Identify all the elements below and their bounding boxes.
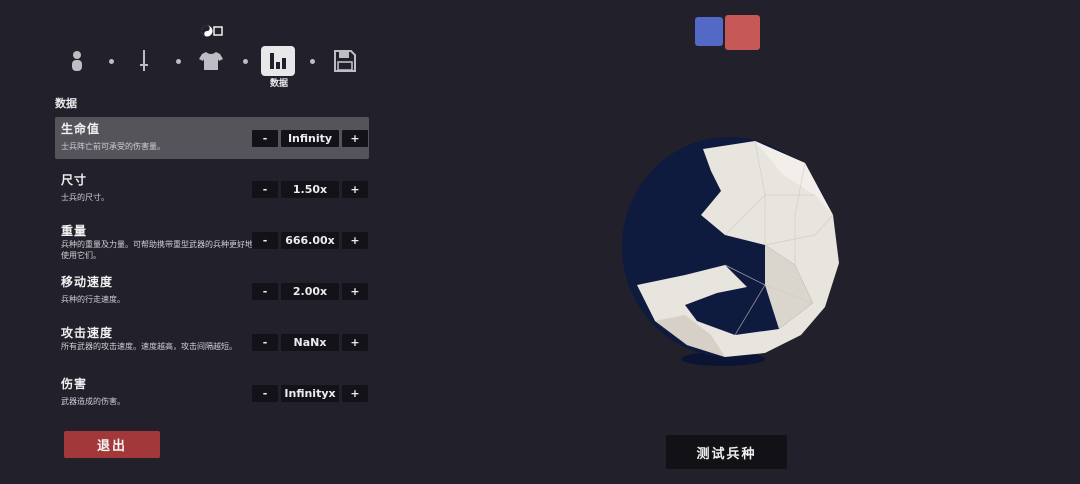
stat-value: NaNx bbox=[281, 334, 339, 351]
increase-button[interactable]: + bbox=[342, 283, 368, 300]
decrease-button[interactable]: - bbox=[252, 334, 278, 351]
step-separator-dot bbox=[243, 59, 248, 64]
red-team-swatch[interactable] bbox=[725, 15, 760, 50]
stat-name: 重量 bbox=[61, 224, 88, 238]
stat-row-attack-speed: 攻击速度 所有武器的攻击速度。速度越高，攻击间隔越短。 - NaNx + bbox=[55, 321, 369, 363]
stat-value: Infinity bbox=[281, 130, 339, 147]
increase-button[interactable]: + bbox=[342, 232, 368, 249]
stat-value: Infinityx bbox=[281, 385, 339, 402]
stat-description: 士兵阵亡前可承受的伤害量。 bbox=[61, 142, 165, 151]
stat-description: 兵种的行走速度。 bbox=[61, 295, 125, 304]
stat-name: 尺寸 bbox=[61, 173, 88, 187]
toggle-view-icon[interactable] bbox=[201, 24, 223, 38]
increase-button[interactable]: + bbox=[342, 385, 368, 402]
stat-description: 士兵的尺寸。 bbox=[61, 193, 109, 202]
stat-name: 生命值 bbox=[61, 122, 101, 136]
stat-row-size: 尺寸 士兵的尺寸。 - 1.50x + bbox=[55, 168, 369, 210]
stat-row-weight: 重量 兵种的重量及力量。可帮助携带重型武器的兵种更好地使用它们。 - 666.0… bbox=[55, 219, 369, 261]
stat-row-health: 生命值 士兵阵亡前可承受的伤害量。 - Infinity + bbox=[55, 117, 369, 159]
shirt-icon[interactable] bbox=[194, 46, 228, 76]
stat-row-move-speed: 移动速度 兵种的行走速度。 - 2.00x + bbox=[55, 270, 369, 312]
stat-value: 1.50x bbox=[281, 181, 339, 198]
stats-icon[interactable] bbox=[261, 46, 295, 76]
decrease-button[interactable]: - bbox=[252, 283, 278, 300]
stat-name: 伤害 bbox=[61, 377, 88, 391]
person-icon[interactable] bbox=[60, 46, 94, 76]
stat-value: 2.00x bbox=[281, 283, 339, 300]
section-title: 数据 bbox=[55, 97, 77, 110]
stat-row-damage: 伤害 武器造成的伤害。 - Infinityx + bbox=[55, 372, 369, 414]
decrease-button[interactable]: - bbox=[252, 385, 278, 402]
decrease-button[interactable]: - bbox=[252, 232, 278, 249]
exit-button[interactable]: 退出 bbox=[64, 431, 160, 458]
step-separator-dot bbox=[310, 59, 315, 64]
blue-team-swatch[interactable] bbox=[695, 17, 723, 46]
stat-description: 武器造成的伤害。 bbox=[61, 397, 125, 406]
decrease-button[interactable]: - bbox=[252, 130, 278, 147]
increase-button[interactable]: + bbox=[342, 130, 368, 147]
active-step-label: 数据 bbox=[269, 79, 288, 89]
step-separator-dot bbox=[176, 59, 181, 64]
save-icon[interactable] bbox=[328, 46, 362, 76]
unit-preview-model bbox=[622, 137, 839, 366]
stat-name: 移动速度 bbox=[61, 275, 114, 289]
sword-icon[interactable] bbox=[127, 46, 161, 76]
step-separator-dot bbox=[109, 59, 114, 64]
test-unit-button[interactable]: 测试兵种 bbox=[666, 435, 787, 469]
stat-description: 所有武器的攻击速度。速度越高，攻击间隔越短。 bbox=[61, 342, 237, 351]
increase-button[interactable]: + bbox=[342, 334, 368, 351]
stat-value: 666.00x bbox=[281, 232, 339, 249]
stat-name: 攻击速度 bbox=[61, 326, 114, 340]
stat-description: 兵种的重量及力量。可帮助携带重型武器的兵种更好地使用它们。 bbox=[61, 240, 253, 260]
increase-button[interactable]: + bbox=[342, 181, 368, 198]
decrease-button[interactable]: - bbox=[252, 181, 278, 198]
